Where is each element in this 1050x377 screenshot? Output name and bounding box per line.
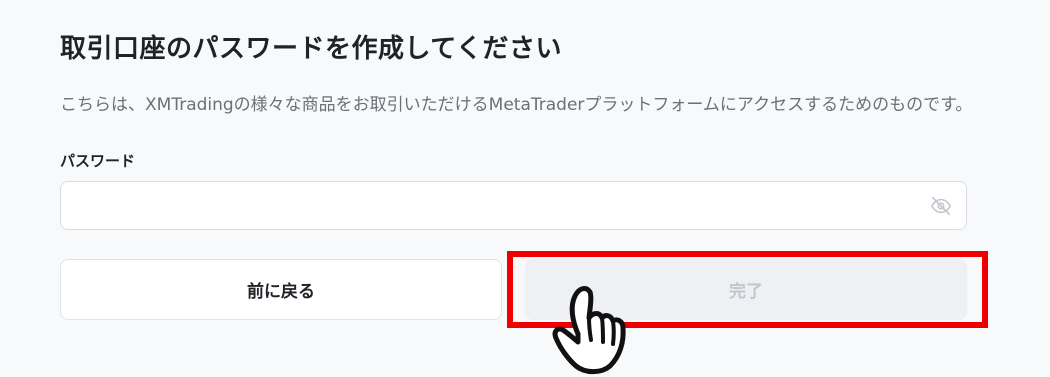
pointing-hand-icon bbox=[552, 286, 626, 375]
page-description: こちらは、XMTradingの様々な商品をお取引いただけるMetaTraderプ… bbox=[60, 95, 973, 115]
password-input[interactable] bbox=[61, 182, 921, 229]
password-label: パスワード bbox=[60, 152, 136, 170]
page-title: 取引口座のパスワードを作成してください bbox=[60, 34, 562, 64]
password-field[interactable] bbox=[60, 181, 967, 230]
back-button[interactable]: 前に戻る bbox=[60, 259, 502, 320]
eye-off-icon[interactable] bbox=[930, 195, 952, 217]
password-create-page: 取引口座のパスワードを作成してください こちらは、XMTradingの様々な商品… bbox=[0, 0, 1050, 377]
